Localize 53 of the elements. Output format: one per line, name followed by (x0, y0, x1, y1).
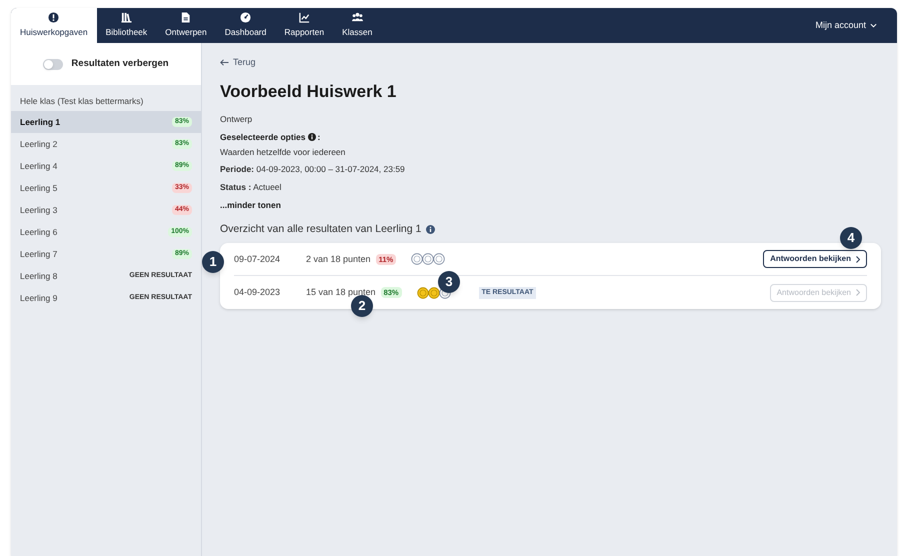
info-icon (426, 224, 436, 234)
student-name: Leerling 8 (20, 270, 58, 282)
show-less-link[interactable]: ...minder tonen (220, 198, 281, 212)
period-text: Periode: 04-09-2023, 00:00 – 31-07-2024, 23:59 (220, 163, 406, 176)
chart-icon (298, 12, 310, 24)
step-marker: 4 (840, 227, 862, 249)
nav-tab[interactable]: Dashboard (216, 8, 276, 43)
class-label: Hele klas (Test klas bettermarks) (19, 95, 144, 108)
page-title: Voorbeeld Huiswerk 1 (220, 80, 398, 102)
coin-icon (422, 253, 434, 266)
coin-icon (428, 286, 440, 299)
section-heading: Overzicht van alle resultaten van Leerling 1 (220, 222, 422, 236)
arrow-left-icon (220, 59, 229, 66)
file-icon (180, 12, 192, 24)
view-answers-button[interactable]: Antwoorden bekijken (763, 250, 867, 268)
alert-icon (48, 12, 60, 24)
student-name: Leerling 9 (20, 292, 58, 304)
back-link[interactable]: Terug (220, 56, 256, 70)
step-marker: 1 (202, 251, 224, 273)
options-value: Waarden hetzelfde voor iedereen (220, 146, 346, 158)
date-text: 09-07-2024 (234, 252, 282, 266)
student-name: Leerling 3 (20, 204, 58, 216)
student-name: Leerling 4 (20, 160, 58, 172)
nav-tab[interactable]: Ontwerpen (156, 8, 216, 43)
coin-icon (416, 286, 429, 299)
people-icon (352, 12, 363, 24)
books-icon (120, 12, 132, 24)
toggle-switch[interactable] (43, 58, 64, 70)
nav-tab[interactable]: Bibliotheek (96, 8, 156, 43)
student-name: Leerling 6 (20, 226, 58, 238)
student-name: Leerling 2 (20, 138, 58, 150)
points-text: 2 van 18 punten (306, 252, 371, 266)
info-icon (308, 133, 316, 142)
chevron-right-icon (856, 289, 860, 296)
coin-icon (411, 253, 424, 266)
student-name: Leerling 7 (20, 248, 58, 260)
status-text: Ontwerp (220, 113, 254, 126)
status-text: Status : Actueel (220, 181, 282, 194)
colon: : (318, 130, 320, 144)
step-marker: 2 (351, 295, 373, 317)
toggle-label: Resultaten verbergen (71, 56, 169, 71)
chevron-down-icon (870, 23, 877, 28)
nav-tab[interactable]: Rapporten (275, 8, 334, 43)
student-name: Leerling 5 (20, 182, 58, 194)
options-label: Geselecteerde opties (220, 130, 306, 144)
gauge-icon (240, 12, 252, 24)
chevron-right-icon (856, 256, 860, 263)
nav-tab[interactable]: Huiswerkopgaven (11, 8, 97, 43)
account-menu[interactable]: Mijn account (815, 8, 897, 43)
date-text: 04-09-2023 (234, 286, 282, 299)
student-name: Leerling 1 (20, 116, 60, 128)
nav-tab[interactable]: Klassen (333, 8, 382, 43)
coin-icon (433, 253, 446, 266)
